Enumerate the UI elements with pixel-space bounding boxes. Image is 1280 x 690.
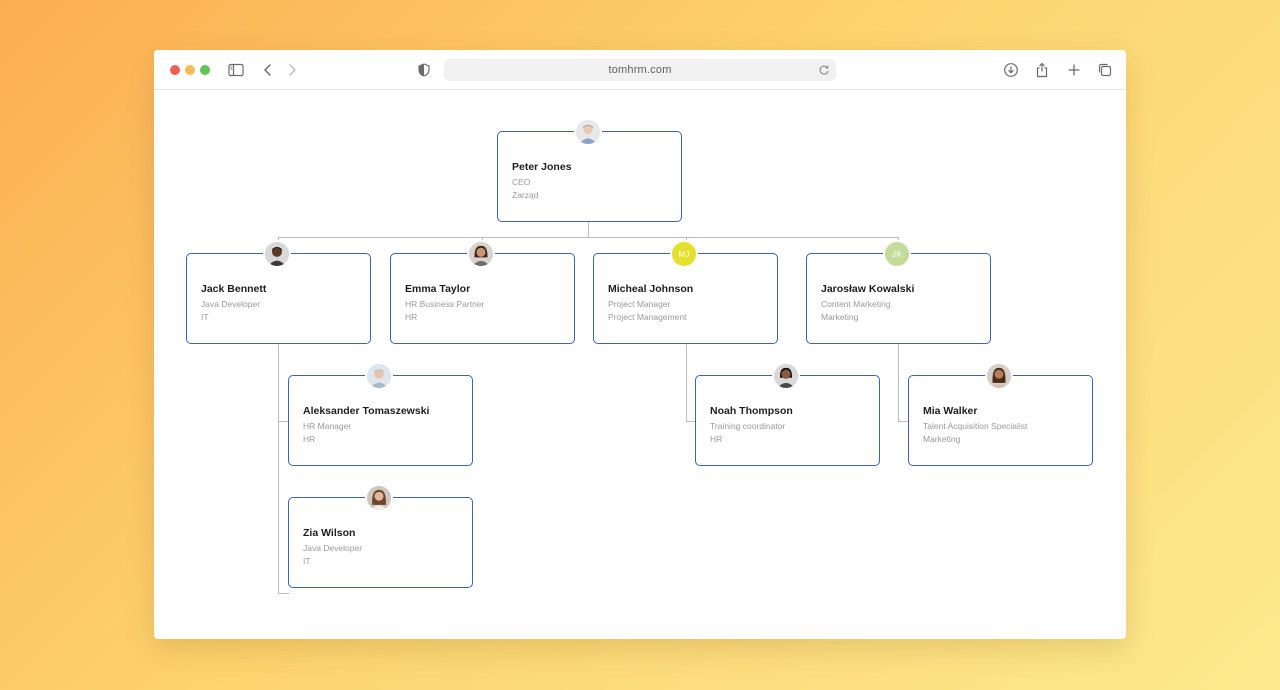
address-bar[interactable]: tomhrm.com (444, 59, 836, 81)
employee-department: HR (303, 434, 316, 444)
employee-card-noah-thompson[interactable]: Noah Thompson Training coordinator HR (695, 362, 880, 466)
tab-overview-icon[interactable] (1095, 60, 1115, 80)
zoom-window-button[interactable] (200, 65, 210, 75)
employee-role: Content Marketing (821, 299, 891, 309)
connector-line (898, 421, 908, 422)
avatar-initials-text: MJ (678, 249, 690, 259)
employee-name: Noah Thompson (710, 405, 793, 417)
employee-role: CEO (512, 177, 531, 187)
employee-department: Project Management (608, 312, 687, 322)
connector-line (278, 593, 289, 594)
employee-name: Peter Jones (512, 161, 572, 173)
share-icon[interactable] (1032, 60, 1052, 80)
employee-role: Training coordinator (710, 421, 786, 431)
employee-name: Micheal Johnson (608, 283, 694, 295)
avatar (574, 118, 602, 146)
url-text: tomhrm.com (608, 64, 672, 76)
connector-line (898, 344, 899, 422)
employee-department: Zarząd (512, 190, 539, 200)
employee-role: HR Business Partner (405, 299, 485, 309)
avatar (365, 362, 393, 390)
browser-window: tomhrm.com Peter Jones CEO Zarząd Jack B… (154, 50, 1126, 639)
employee-card-aleksander-tomaszewski[interactable]: Aleksander Tomaszewski HR Manager HR (288, 362, 473, 466)
employee-department: IT (303, 556, 311, 566)
new-tab-icon[interactable] (1064, 60, 1084, 80)
employee-role: HR Manager (303, 421, 352, 431)
employee-name: Mia Walker (923, 405, 978, 417)
employee-name: Zia Wilson (303, 527, 356, 539)
employee-role: Java Developer (303, 543, 363, 553)
employee-role: Project Manager (608, 299, 671, 309)
employee-name: Jack Bennett (201, 283, 267, 295)
employee-department: HR (405, 312, 418, 322)
employee-name: Aleksander Tomaszewski (303, 405, 430, 417)
employee-department: Marketing (821, 312, 859, 322)
minimize-window-button[interactable] (185, 65, 195, 75)
forward-icon[interactable] (282, 60, 302, 80)
employee-card-micheal-johnson[interactable]: MJ Micheal Johnson Project Manager Proje… (593, 240, 778, 344)
employee-card-mia-walker[interactable]: Mia Walker Talent Acquisition Specialist… (908, 362, 1093, 466)
employee-card-jack-bennett[interactable]: Jack Bennett Java Developer IT (186, 240, 371, 344)
person-photo-icon (367, 486, 391, 510)
browser-toolbar: tomhrm.com (154, 50, 1126, 90)
connector-line (278, 237, 898, 238)
downloads-icon[interactable] (1001, 60, 1021, 80)
employee-card-jaroslaw-kowalski[interactable]: JK Jarosław Kowalski Content Marketing M… (806, 240, 991, 344)
connector-line (278, 344, 279, 594)
avatar-initials-text: JK (892, 249, 902, 259)
employee-department: IT (201, 312, 209, 322)
person-photo-icon (576, 120, 600, 144)
employee-role: Java Developer (201, 299, 261, 309)
sidebar-icon[interactable] (226, 60, 246, 80)
avatar (263, 240, 291, 268)
avatar (365, 484, 393, 512)
close-window-button[interactable] (170, 65, 180, 75)
employee-department: HR (710, 434, 723, 444)
back-icon[interactable] (258, 60, 278, 80)
avatar (772, 362, 800, 390)
person-photo-icon (774, 364, 798, 388)
employee-name: Jarosław Kowalski (821, 283, 915, 295)
person-photo-icon (469, 242, 493, 266)
org-chart: Peter Jones CEO Zarząd Jack Bennett Java… (154, 91, 1126, 639)
employee-card-peter-jones[interactable]: Peter Jones CEO Zarząd (497, 118, 682, 222)
avatar-initials: MJ (670, 240, 698, 268)
employee-department: Marketing (923, 434, 961, 444)
connector-line (686, 344, 687, 422)
avatar (985, 362, 1013, 390)
employee-card-zia-wilson[interactable]: Zia Wilson Java Developer IT (288, 484, 473, 588)
employee-role: Talent Acquisition Specialist (923, 421, 1028, 431)
privacy-shield-icon[interactable] (414, 60, 434, 80)
person-photo-icon (265, 242, 289, 266)
person-photo-icon (367, 364, 391, 388)
employee-name: Emma Taylor (405, 283, 471, 295)
connector-line (588, 221, 589, 237)
employee-card-emma-taylor[interactable]: Emma Taylor HR Business Partner HR (390, 240, 575, 344)
person-photo-icon (987, 364, 1011, 388)
reload-icon[interactable] (817, 63, 831, 77)
avatar-initials: JK (883, 240, 911, 268)
avatar (467, 240, 495, 268)
